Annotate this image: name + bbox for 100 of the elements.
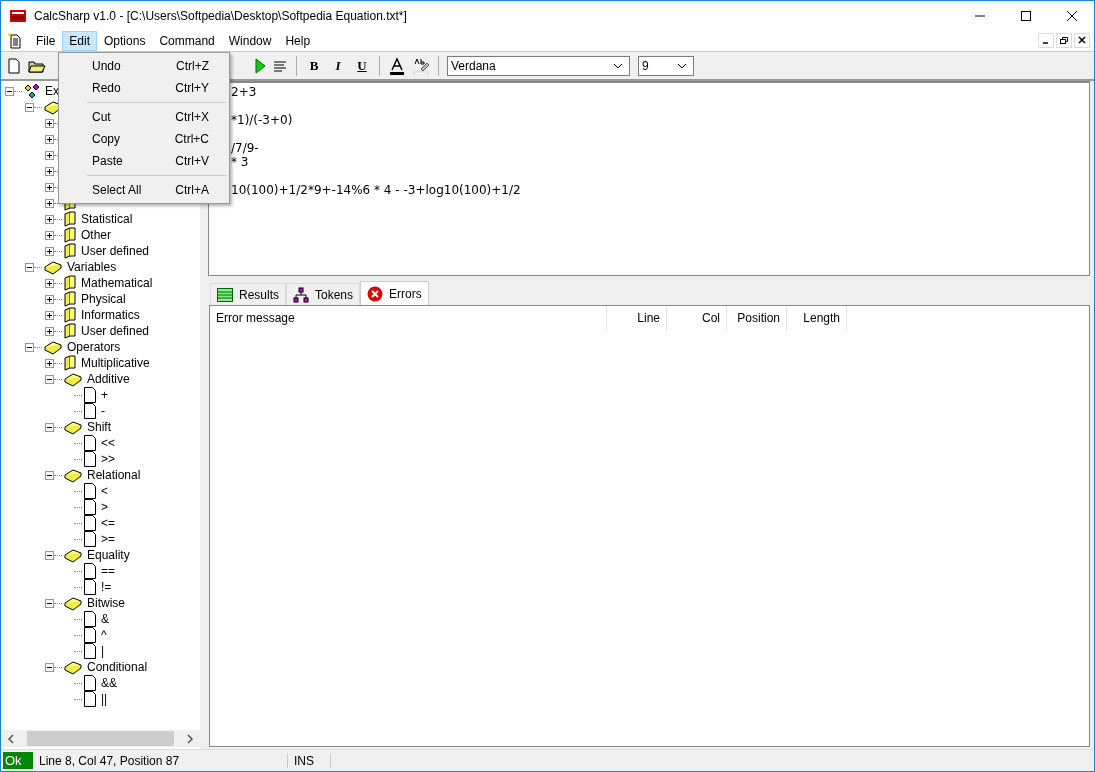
tree-item[interactable]: User defined (81, 244, 150, 258)
tab[interactable]: Tokens (286, 283, 361, 305)
expand-icon[interactable] (45, 358, 54, 368)
grid-icon (217, 287, 233, 302)
tree-item[interactable]: Other (81, 228, 111, 242)
column-header[interactable]: Col (667, 306, 727, 330)
window-title: CalcSharp v1.0 - [C:\Users\Softpedia\Desktop\Softpedia Equation.txt*] (34, 8, 408, 23)
tree-item[interactable]: != (101, 580, 112, 594)
maximize-icon[interactable] (1020, 9, 1032, 22)
menu-item[interactable]: Edit (62, 30, 98, 51)
close-icon[interactable] (1066, 9, 1078, 22)
underline-button[interactable]: U (353, 57, 371, 74)
column-header[interactable]: Line (607, 306, 667, 330)
menu-option[interactable]: Undo Ctrl+Z (59, 55, 229, 77)
page-icon (83, 451, 97, 467)
tab[interactable]: Results (210, 283, 286, 305)
tree-item[interactable]: & (101, 612, 109, 626)
tree-item[interactable]: >> (101, 452, 115, 466)
expand-icon[interactable] (45, 246, 54, 256)
collapse-icon[interactable] (25, 102, 34, 112)
tab[interactable]: Errors (360, 281, 429, 305)
tree-item[interactable]: || (101, 692, 108, 706)
column-header[interactable]: Position (727, 306, 787, 330)
expand-icon[interactable] (45, 214, 54, 224)
new-file-icon[interactable] (6, 57, 22, 74)
tree-item[interactable]: ^ (101, 628, 107, 642)
collapse-icon[interactable] (45, 598, 54, 608)
menu-item[interactable]: Options (97, 30, 153, 51)
tree-item[interactable]: Statistical (81, 212, 133, 226)
tree-item[interactable]: && (101, 676, 117, 690)
collapse-icon[interactable] (45, 550, 54, 560)
menu-item[interactable]: File (29, 30, 63, 51)
tree-item[interactable]: Shift (87, 420, 111, 434)
expand-icon[interactable] (45, 182, 54, 192)
page-icon (83, 643, 97, 659)
chevron-icon (613, 62, 623, 69)
book-icon (63, 211, 77, 227)
size-dropdown[interactable]: 9 (638, 55, 694, 76)
tree-item[interactable]: - (101, 404, 105, 418)
menu-item[interactable]: Window (221, 30, 279, 51)
expand-icon[interactable] (45, 230, 54, 240)
book-icon (63, 275, 77, 291)
tree-item[interactable]: Bitwise (87, 596, 125, 610)
expand-icon[interactable] (45, 310, 54, 320)
font-dropdown[interactable]: Verdana (447, 55, 630, 76)
page-icon (83, 499, 97, 515)
tree-item[interactable]: | (101, 644, 105, 658)
collapse-icon[interactable] (45, 662, 54, 672)
tree-item[interactable]: Physical (81, 292, 126, 306)
page-icon (83, 435, 97, 451)
collapse-icon[interactable] (25, 342, 34, 352)
menu-item[interactable]: Help (278, 30, 318, 51)
italic-button[interactable]: I (329, 57, 347, 74)
tree-item[interactable]: Multiplicative (81, 356, 150, 370)
tree-item[interactable]: User defined (81, 324, 150, 338)
column-header[interactable]: Error message (210, 306, 607, 330)
play-icon[interactable] (254, 57, 266, 74)
collapse-icon[interactable] (45, 470, 54, 480)
expand-icon[interactable] (45, 166, 54, 176)
expand-icon[interactable] (45, 326, 54, 336)
tree-item[interactable]: Additive (87, 372, 130, 386)
tree-item[interactable]: <= (101, 516, 115, 530)
editor-area[interactable]: 2+3 *1)/(-3+0) /7/9- * 3 10(100)+1/2*9+-14%6 * 4 - -3+log10(100)+1/2 (208, 81, 1090, 276)
tree-item[interactable]: == (101, 564, 115, 578)
minimize-icon[interactable] (1038, 33, 1054, 48)
tree-item[interactable]: Operators (67, 340, 121, 354)
tree-item[interactable]: + (101, 388, 108, 402)
expand-icon[interactable] (45, 278, 54, 288)
collapse-icon[interactable] (45, 422, 54, 432)
collapse-icon[interactable] (5, 86, 14, 96)
column-header[interactable]: Length (787, 306, 847, 330)
tree-item[interactable]: < (101, 484, 108, 498)
expand-icon[interactable] (45, 294, 54, 304)
page-icon (83, 611, 97, 627)
tree-item[interactable]: Equality (87, 548, 130, 562)
font-color-icon[interactable] (388, 56, 406, 75)
tree-item[interactable]: Informatics (81, 308, 140, 322)
book-icon (63, 291, 77, 307)
menu-item[interactable]: Command (152, 30, 222, 51)
collapse-icon[interactable] (25, 262, 34, 272)
bold-button[interactable]: B (305, 57, 323, 74)
highlight-icon[interactable] (412, 56, 430, 75)
tree-item[interactable]: Relational (87, 468, 141, 482)
expand-icon[interactable] (45, 198, 54, 208)
expand-icon[interactable] (45, 118, 54, 128)
expand-icon[interactable] (45, 150, 54, 160)
tree-item[interactable]: << (101, 436, 115, 450)
tree-item[interactable]: > (101, 500, 108, 514)
tree-item[interactable]: Conditional (87, 660, 148, 674)
collapse-icon[interactable] (45, 374, 54, 384)
tree-item[interactable]: Mathematical (81, 276, 153, 290)
calculator-icon (10, 9, 26, 22)
scroll-left-icon[interactable] (7, 733, 15, 744)
expand-icon[interactable] (45, 134, 54, 144)
tree-item[interactable]: Variables (67, 260, 117, 274)
restore-icon[interactable] (1056, 33, 1072, 48)
tree-item[interactable]: Ex (45, 84, 59, 98)
tree-item[interactable]: >= (101, 532, 115, 546)
horizontal-scrollbar[interactable] (1, 730, 200, 747)
scroll-right-icon[interactable] (186, 733, 194, 744)
